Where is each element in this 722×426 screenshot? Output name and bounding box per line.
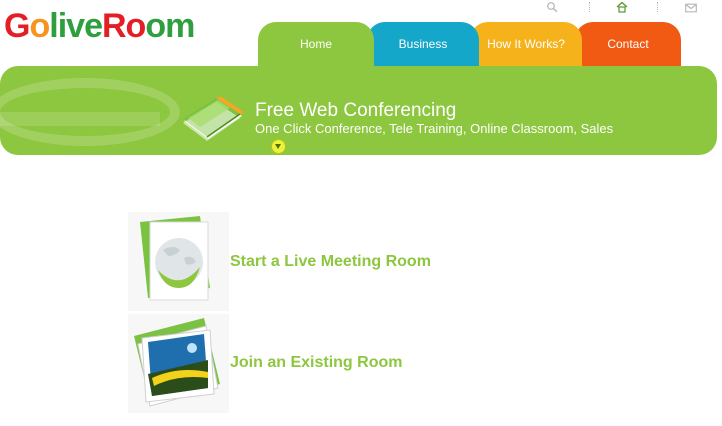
hero-banner: Free Web Conferencing One Click Conferen… xyxy=(0,66,717,155)
conference-book-icon xyxy=(183,96,244,141)
decorative-swoosh xyxy=(0,78,180,146)
tab-business[interactable]: Business xyxy=(367,22,479,68)
logo-letter: o xyxy=(29,7,50,45)
divider xyxy=(589,2,591,12)
banner-subtitle: One Click Conference, Tele Training, Onl… xyxy=(255,121,614,136)
search-icon[interactable] xyxy=(546,0,560,14)
join-room-thumbnail[interactable] xyxy=(128,314,229,413)
start-meeting-thumbnail[interactable] xyxy=(128,212,229,311)
banner-title: Free Web Conferencing xyxy=(255,100,457,121)
tab-contact[interactable]: Contact xyxy=(575,22,681,68)
logo-letter: o xyxy=(125,7,147,45)
logo-letter: R xyxy=(101,7,127,45)
join-room-link[interactable]: Join an Existing Room xyxy=(230,354,402,372)
divider xyxy=(657,2,659,12)
logo-letter: l xyxy=(49,7,59,45)
expand-arrow-icon[interactable] xyxy=(271,139,286,154)
start-meeting-link[interactable]: Start a Live Meeting Room xyxy=(230,253,431,271)
logo-letter: m xyxy=(165,7,195,45)
logo-letter: o xyxy=(145,7,166,45)
mail-icon[interactable] xyxy=(685,0,699,14)
logo-letter: G xyxy=(4,7,30,45)
utility-bar xyxy=(538,0,722,14)
tab-how-it-works[interactable]: How It Works? xyxy=(470,22,582,68)
logo-letter: i xyxy=(57,7,68,45)
logo-letter: v xyxy=(66,7,85,45)
golive-room-logo[interactable]: GoliveRoom xyxy=(4,6,230,46)
home-icon[interactable] xyxy=(616,0,630,14)
tab-home[interactable]: Home xyxy=(258,22,374,68)
logo-letter: e xyxy=(84,7,103,45)
